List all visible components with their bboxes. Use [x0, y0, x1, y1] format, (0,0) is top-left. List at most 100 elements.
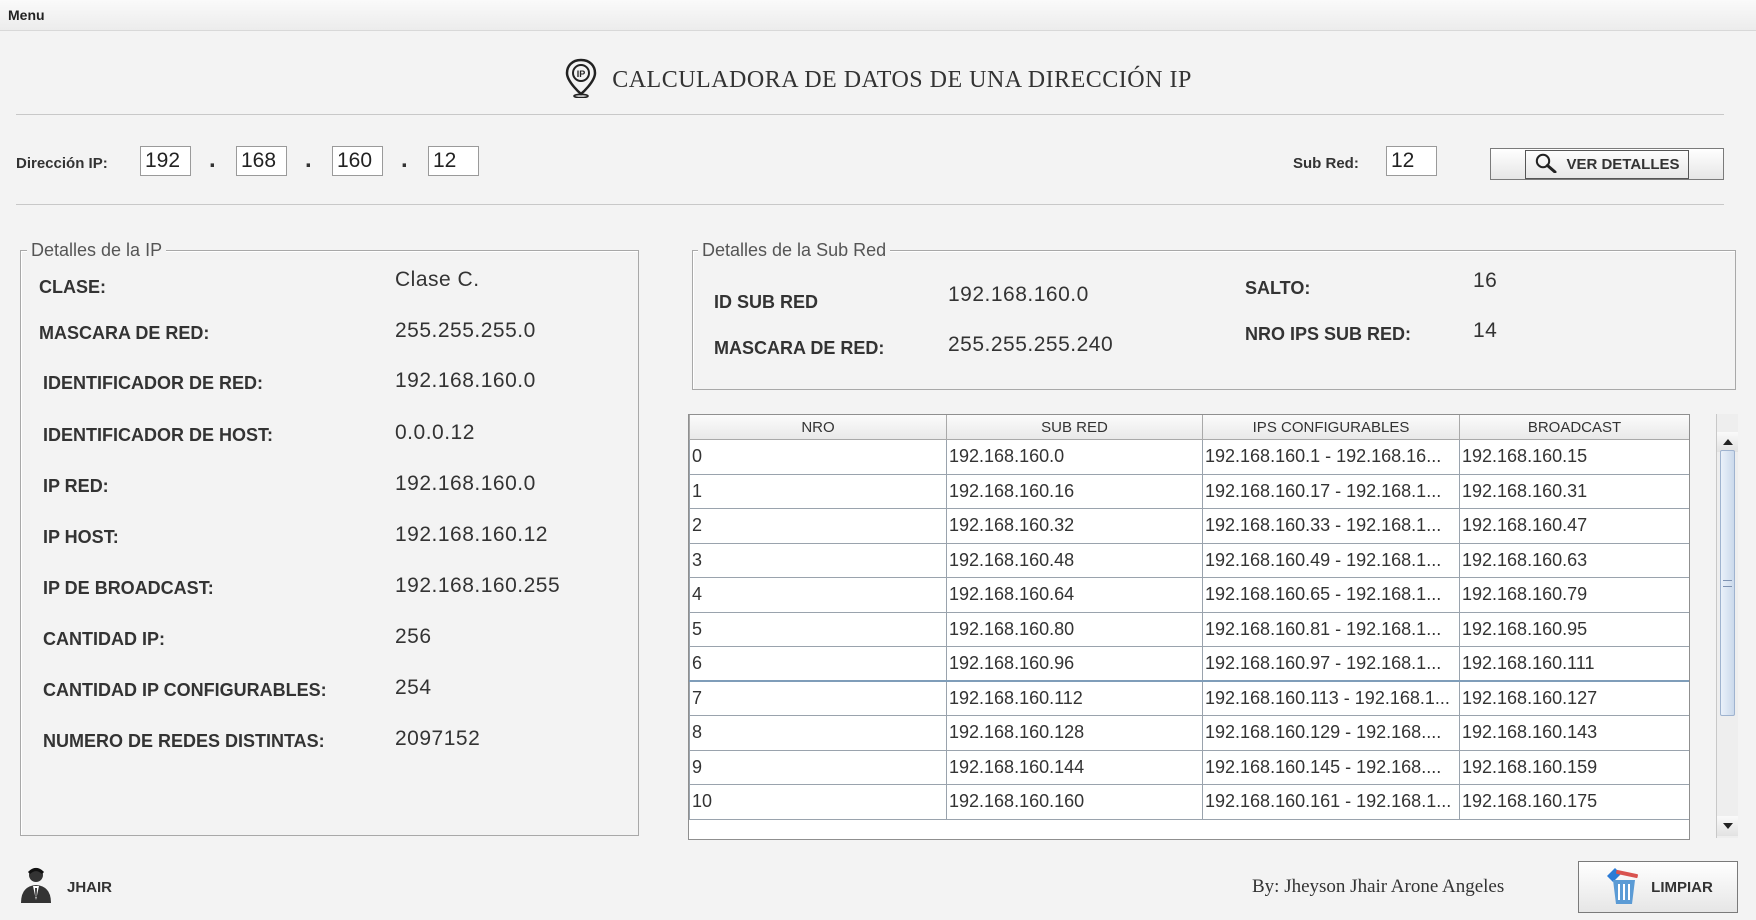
jump-value: 16 — [1473, 269, 1498, 292]
subnet-ips-value: 14 — [1473, 319, 1498, 342]
cell-subnet[interactable]: 192.168.160.32 — [946, 508, 1203, 544]
cell-broadcast[interactable]: 192.168.160.159 — [1459, 749, 1689, 785]
table-row[interactable]: 3 192.168.160.48 192.168.160.49 - 192.168.… — [689, 542, 1689, 578]
svg-text:IP: IP — [577, 69, 586, 79]
view-details-button[interactable]: VER DETALLES — [1490, 148, 1724, 180]
table-scrollbar[interactable] — [1716, 414, 1738, 838]
cell-configurable-ips[interactable]: 192.168.160.81 - 192.168.1... — [1202, 611, 1460, 647]
cell-configurable-ips[interactable]: 192.168.160.129 - 192.168.... — [1202, 715, 1460, 751]
divider-top — [16, 114, 1724, 115]
cell-configurable-ips[interactable]: 192.168.160.33 - 192.168.1... — [1202, 508, 1460, 544]
host-id-label: IDENTIFICADOR DE HOST: — [43, 425, 274, 445]
cell-nro[interactable]: 5 — [689, 611, 947, 647]
scroll-grip — [1723, 579, 1732, 587]
cell-subnet[interactable]: 192.168.160.0 — [946, 439, 1203, 475]
user-name-label: JHAIR — [67, 879, 113, 896]
table-row[interactable]: 7 192.168.160.112 192.168.160.113 - 192.16… — [689, 680, 1689, 716]
table-header-row: NRO SUB RED IPS CONFIGURABLES BROADCAST — [689, 415, 1689, 440]
class-value: Clase C. — [395, 268, 480, 291]
octet-1-input[interactable] — [140, 146, 191, 176]
host-id-value: 0.0.0.12 — [395, 421, 475, 444]
cell-broadcast[interactable]: 192.168.160.47 — [1459, 508, 1689, 544]
cell-subnet[interactable]: 192.168.160.112 — [946, 680, 1203, 716]
clear-button[interactable]: LIMPIAR — [1578, 861, 1738, 913]
cell-subnet[interactable]: 192.168.160.128 — [946, 715, 1203, 751]
subnet-table[interactable]: NRO SUB RED IPS CONFIGURABLES BROADCAST … — [688, 414, 1690, 840]
octet-separator: . — [209, 146, 216, 173]
subnet-id-label: ID SUB RED — [714, 292, 819, 312]
cell-configurable-ips[interactable]: 192.168.160.97 - 192.168.1... — [1202, 646, 1460, 682]
broadcast-ip-label: IP DE BROADCAST: — [43, 578, 214, 598]
cell-nro[interactable]: 8 — [689, 715, 947, 751]
cell-nro[interactable]: 4 — [689, 577, 947, 613]
cell-configurable-ips[interactable]: 192.168.160.161 - 192.168.1... — [1202, 784, 1460, 820]
column-header-broadcast[interactable]: BROADCAST — [1459, 415, 1689, 440]
column-header-subnet[interactable]: SUB RED — [946, 415, 1203, 440]
table-row[interactable]: 10 192.168.160.160 192.168.160.161 - 192.1… — [689, 784, 1689, 820]
cell-nro[interactable]: 3 — [689, 542, 947, 578]
cell-configurable-ips[interactable]: 192.168.160.49 - 192.168.1... — [1202, 542, 1460, 578]
scroll-up-button[interactable] — [1717, 432, 1738, 452]
table-row[interactable]: 4 192.168.160.64 192.168.160.65 - 192.168.… — [689, 577, 1689, 613]
distinct-networks-label: NUMERO DE REDES DISTINTAS: — [43, 731, 325, 751]
cell-subnet[interactable]: 192.168.160.80 — [946, 611, 1203, 647]
table-row[interactable]: 8 192.168.160.128 192.168.160.129 - 192.16… — [689, 715, 1689, 751]
cell-broadcast[interactable]: 192.168.160.63 — [1459, 542, 1689, 578]
cell-nro[interactable]: 10 — [689, 784, 947, 820]
cell-nro[interactable]: 6 — [689, 646, 947, 682]
table-row[interactable]: 9 192.168.160.144 192.168.160.145 - 192.16… — [689, 749, 1689, 785]
cell-subnet[interactable]: 192.168.160.48 — [946, 542, 1203, 578]
octet-3-input[interactable] — [332, 146, 383, 176]
table-row[interactable]: 6 192.168.160.96 192.168.160.97 - 192.168.… — [689, 646, 1689, 682]
cell-broadcast[interactable]: 192.168.160.175 — [1459, 784, 1689, 820]
cell-subnet[interactable]: 192.168.160.160 — [946, 784, 1203, 820]
divider-middle — [16, 204, 1724, 205]
location-pin-ip-icon: IP — [564, 58, 598, 103]
octet-2-input[interactable] — [236, 146, 287, 176]
cell-nro[interactable]: 2 — [689, 508, 947, 544]
network-id-value: 192.168.160.0 — [395, 369, 536, 392]
view-details-label: VER DETALLES — [1566, 155, 1680, 173]
cell-configurable-ips[interactable]: 192.168.160.1 - 192.168.16... — [1202, 439, 1460, 475]
cell-nro[interactable]: 1 — [689, 473, 947, 509]
cell-configurable-ips[interactable]: 192.168.160.113 - 192.168.1... — [1202, 680, 1460, 716]
scroll-thumb[interactable] — [1720, 450, 1735, 716]
cell-nro[interactable]: 0 — [689, 439, 947, 475]
cell-configurable-ips[interactable]: 192.168.160.17 - 192.168.1... — [1202, 473, 1460, 509]
cell-configurable-ips[interactable]: 192.168.160.65 - 192.168.1... — [1202, 577, 1460, 613]
cell-subnet[interactable]: 192.168.160.64 — [946, 577, 1203, 613]
distinct-networks-value: 2097152 — [395, 727, 481, 750]
cell-broadcast[interactable]: 192.168.160.111 — [1459, 646, 1689, 682]
octet-separator: . — [305, 146, 312, 173]
cell-broadcast[interactable]: 192.168.160.127 — [1459, 680, 1689, 716]
cell-configurable-ips[interactable]: 192.168.160.145 - 192.168.... — [1202, 749, 1460, 785]
cell-broadcast[interactable]: 192.168.160.79 — [1459, 577, 1689, 613]
user-suit-icon — [16, 864, 56, 909]
table-row[interactable]: 1 192.168.160.16 192.168.160.17 - 192.168.… — [689, 473, 1689, 509]
octet-4-input[interactable] — [428, 146, 479, 176]
cell-broadcast[interactable]: 192.168.160.31 — [1459, 473, 1689, 509]
cell-subnet[interactable]: 192.168.160.144 — [946, 749, 1203, 785]
cell-broadcast[interactable]: 192.168.160.95 — [1459, 611, 1689, 647]
column-header-configurable-ips[interactable]: IPS CONFIGURABLES — [1202, 415, 1460, 440]
octet-separator: . — [401, 146, 408, 173]
cell-subnet[interactable]: 192.168.160.96 — [946, 646, 1203, 682]
column-header-nro[interactable]: NRO — [689, 415, 947, 440]
cell-subnet[interactable]: 192.168.160.16 — [946, 473, 1203, 509]
subnet-input[interactable] — [1386, 146, 1437, 176]
subnet-mask-label: MASCARA DE RED: — [714, 338, 885, 358]
table-row[interactable]: 2 192.168.160.32 192.168.160.33 - 192.168.… — [689, 508, 1689, 544]
menu-item-menu[interactable]: Menu — [8, 7, 45, 23]
cell-broadcast[interactable]: 192.168.160.143 — [1459, 715, 1689, 751]
arrow-down-icon — [1722, 823, 1733, 829]
ip-address-label: Dirección IP: — [16, 155, 108, 172]
table-row[interactable]: 0 192.168.160.0 192.168.160.1 - 192.168.16… — [689, 439, 1689, 475]
ip-count-value: 256 — [395, 625, 432, 648]
netmask-label: MASCARA DE RED: — [39, 323, 210, 343]
cell-nro[interactable]: 7 — [689, 680, 947, 716]
configurable-ip-count-label: CANTIDAD IP CONFIGURABLES: — [43, 680, 327, 700]
cell-nro[interactable]: 9 — [689, 749, 947, 785]
table-row[interactable]: 5 192.168.160.80 192.168.160.81 - 192.168.… — [689, 611, 1689, 647]
scroll-down-button[interactable] — [1717, 816, 1738, 836]
cell-broadcast[interactable]: 192.168.160.15 — [1459, 439, 1689, 475]
